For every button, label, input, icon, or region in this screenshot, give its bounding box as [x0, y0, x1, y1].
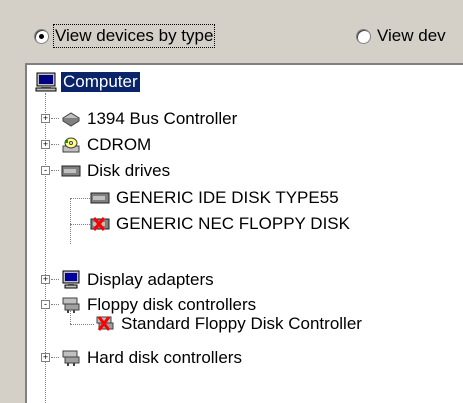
tree-line — [51, 170, 59, 171]
disabled-controller-icon — [96, 316, 114, 331]
tree-line — [51, 304, 59, 305]
radio-dot[interactable] — [356, 28, 371, 44]
tree-line — [51, 118, 59, 119]
cdrom-icon — [62, 137, 80, 153]
tree-item-hard-disk-controllers[interactable]: Hard disk controllers — [61, 345, 244, 371]
tree-item-disk-drives[interactable]: Disk drives — [61, 158, 172, 184]
bus-controller-icon — [62, 112, 80, 127]
tree-line — [70, 198, 71, 244]
expand-button[interactable]: + — [41, 114, 50, 123]
tree-item-label: Disk drives — [87, 161, 171, 180]
tree-line — [51, 144, 59, 145]
view-options: View devices by type View dev — [0, 24, 463, 50]
tree-item-label: 1394 Bus Controller — [87, 109, 238, 128]
tree-item-generic-ide-disk[interactable]: GENERIC IDE DISK TYPE55 — [90, 185, 341, 211]
tree-line — [70, 324, 94, 325]
tree-item-generic-nec-floppy[interactable]: GENERIC NEC FLOPPY DISK — [90, 211, 352, 237]
expand-button[interactable]: + — [41, 275, 50, 284]
view-by-type-radio[interactable]: View devices by type — [34, 24, 216, 48]
tree-item-label: GENERIC IDE DISK TYPE55 — [116, 188, 339, 207]
tree-line — [70, 224, 90, 225]
expand-button[interactable]: + — [41, 353, 50, 362]
tree-root-computer[interactable]: Computer — [35, 69, 140, 95]
radio-dot[interactable] — [34, 28, 49, 44]
tree-line — [51, 357, 59, 358]
tree-item-label: Standard Floppy Disk Controller — [121, 314, 362, 333]
tree-item-cdrom[interactable]: CDROM — [61, 132, 153, 158]
tree-item-label: GENERIC NEC FLOPPY DISK — [116, 214, 350, 233]
disabled-disk-icon — [90, 217, 110, 231]
tree-item-label: Hard disk controllers — [87, 348, 242, 367]
computer-icon — [35, 72, 57, 92]
tree-item-display-adapters[interactable]: Display adapters — [61, 267, 216, 293]
tree-line — [70, 198, 90, 199]
collapse-button[interactable]: - — [41, 166, 50, 175]
controller-icon — [62, 350, 80, 366]
controller-icon — [62, 297, 80, 313]
view-by-connection-radio[interactable]: View dev — [356, 26, 446, 46]
view-by-connection-label: View dev — [377, 26, 446, 45]
collapse-button[interactable]: - — [41, 300, 50, 309]
tree-item-label: Display adapters — [87, 270, 214, 289]
disk-drive-icon — [61, 165, 81, 177]
tree-item-standard-floppy-controller[interactable]: Standard Floppy Disk Controller — [95, 311, 364, 337]
tree-item-label: CDROM — [87, 135, 152, 154]
view-by-type-label: View devices by type — [52, 24, 216, 48]
expand-button[interactable]: + — [41, 140, 50, 149]
disk-drive-icon — [90, 192, 110, 204]
tree-item-1394-bus-controller[interactable]: 1394 Bus Controller — [61, 106, 239, 132]
tree-line — [51, 279, 59, 280]
device-tree[interactable]: Computer + 1394 Bus Controller + CDROM -… — [25, 63, 463, 403]
monitor-icon — [62, 270, 80, 289]
tree-root-label: Computer — [61, 72, 140, 92]
